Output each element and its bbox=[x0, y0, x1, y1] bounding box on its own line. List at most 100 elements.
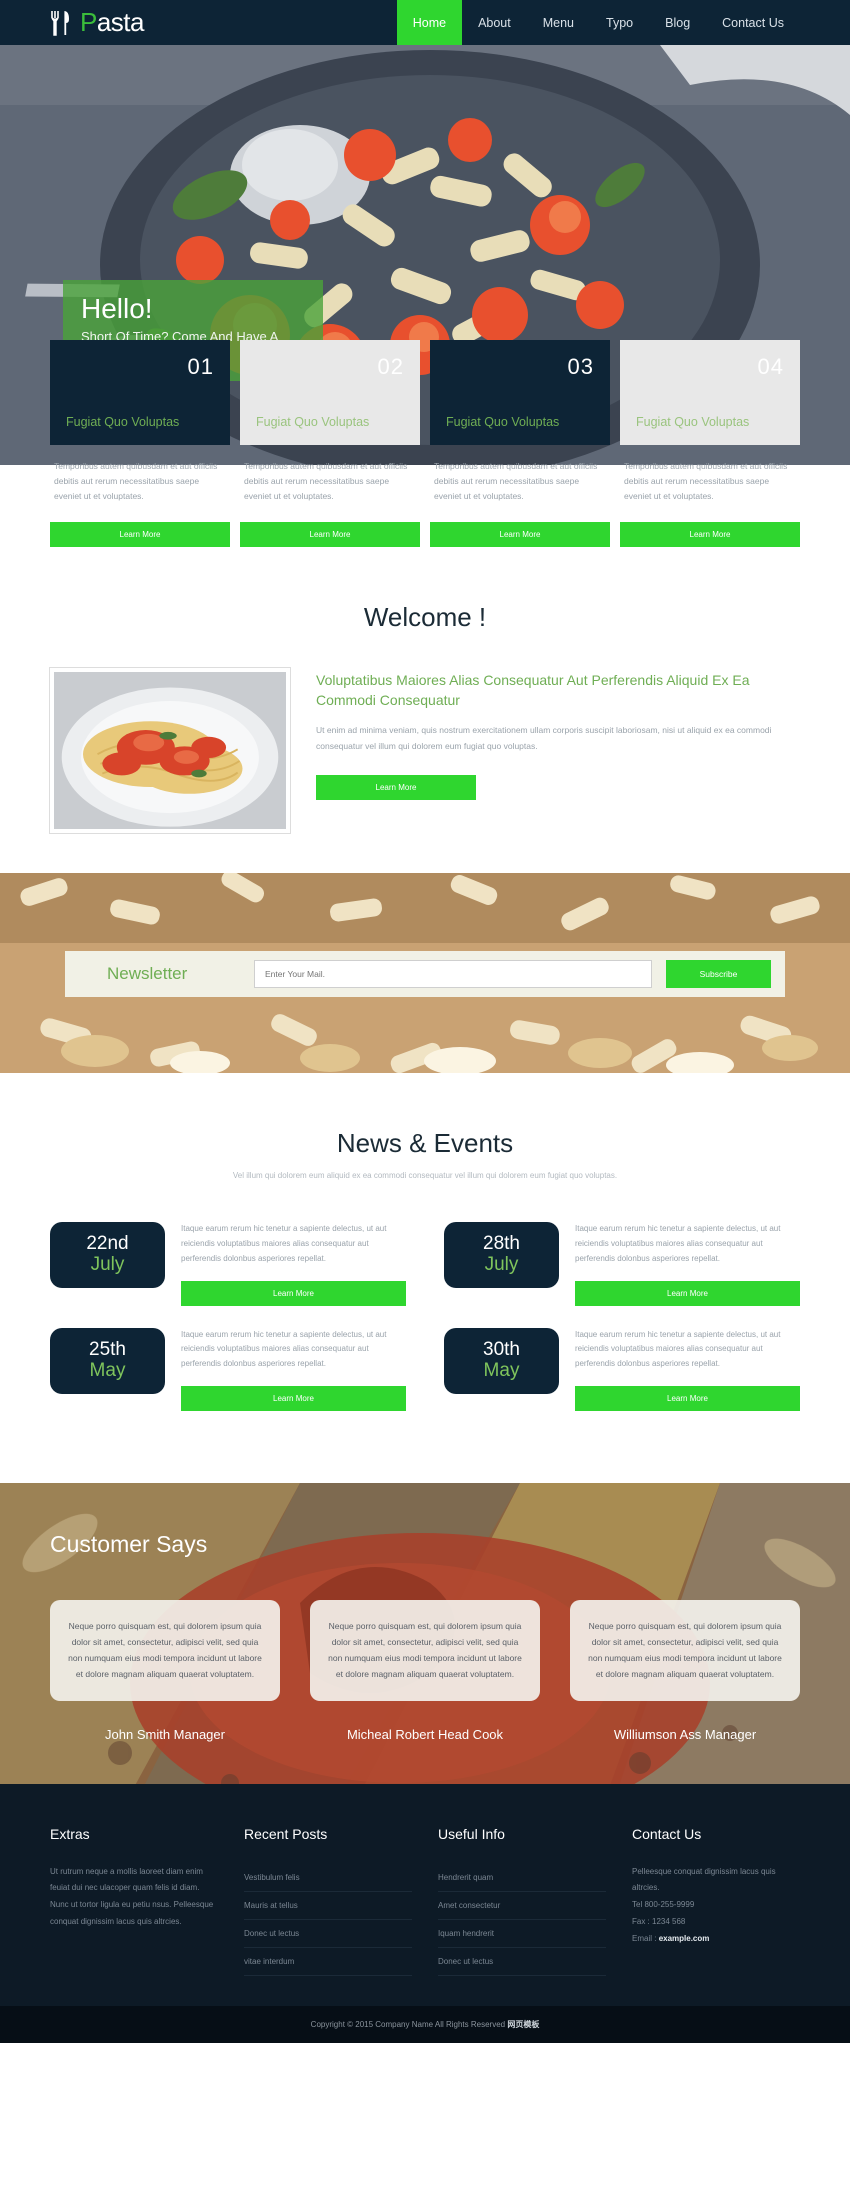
testimonials-row: Neque porro quisquam est, qui dolorem ip… bbox=[50, 1600, 800, 1701]
newsletter-bar: Newsletter Subscribe bbox=[65, 950, 785, 997]
footer-contact-fax: Fax : 1234 568 bbox=[632, 1916, 686, 1926]
news-body-4: Itaque earum rerum hic tenetur a sapient… bbox=[575, 1328, 800, 1411]
testimonials-section: Customer Says Neque porro quisquam est, … bbox=[0, 1483, 850, 1784]
main-navigation[interactable]: Home About Menu Typo Blog Contact Us bbox=[396, 0, 800, 45]
footer-column-recent-posts: Recent Posts Vestibulum felis Mauris at … bbox=[244, 1826, 412, 1976]
service-card-04-panel: 04 Fugiat Quo Voluptas bbox=[620, 340, 800, 445]
nav-item-home[interactable]: Home bbox=[396, 0, 463, 45]
news-date-box-2: 28th July bbox=[444, 1222, 559, 1289]
footer-useful-info-link-3[interactable]: Iquam hendrerit bbox=[438, 1920, 606, 1947]
news-day-2: 28th bbox=[483, 1233, 520, 1255]
list-item[interactable]: vitae interdum bbox=[244, 1948, 412, 1976]
footer-recent-posts-title: Recent Posts bbox=[244, 1825, 328, 1842]
service-learn-more-04[interactable]: Learn More bbox=[620, 521, 800, 547]
testimonial-name-3: Williumson Ass Manager bbox=[613, 1726, 757, 1742]
news-body-3: Itaque earum rerum hic tenetur a sapient… bbox=[181, 1328, 406, 1411]
news-learn-more-2[interactable]: Learn More bbox=[575, 1280, 800, 1306]
service-learn-more-02[interactable]: Learn More bbox=[240, 521, 420, 547]
footer-recent-posts-list: Vestibulum felis Mauris at tellus Donec … bbox=[244, 1864, 412, 1976]
news-day-1: 22nd bbox=[86, 1233, 129, 1255]
footer-useful-info-link-4[interactable]: Donec ut lectus bbox=[438, 1948, 606, 1975]
news-title: News & Events bbox=[336, 1127, 514, 1158]
footer-recent-post-link-1[interactable]: Vestibulum felis bbox=[244, 1864, 412, 1891]
footer-useful-info-link-2[interactable]: Amet consectetur bbox=[438, 1892, 606, 1919]
nav-item-blog[interactable]: Blog bbox=[649, 0, 706, 45]
news-learn-more-1[interactable]: Learn More bbox=[181, 1280, 406, 1306]
testimonial-names-row: John Smith Manager Micheal Robert Head C… bbox=[50, 1727, 800, 1742]
service-card-03: 03 Fugiat Quo Voluptas Temporibus autem … bbox=[430, 340, 610, 547]
nav-item-typo[interactable]: Typo bbox=[590, 0, 649, 45]
testimonial-name-1: John Smith Manager bbox=[105, 1726, 225, 1742]
footer-extras-title: Extras bbox=[50, 1825, 90, 1842]
footer-extras-text: Ut rutrum neque a mollis laoreet diam en… bbox=[50, 1866, 214, 1926]
footer-column-contact: Contact Us Pelleesque conquat dignissim … bbox=[632, 1826, 800, 1976]
list-item[interactable]: Amet consectetur bbox=[438, 1892, 606, 1920]
testimonials-inner: Customer Says Neque porro quisquam est, … bbox=[50, 1531, 800, 1742]
news-body-2: Itaque earum rerum hic tenetur a sapient… bbox=[575, 1222, 800, 1306]
news-grid: 22nd July Itaque earum rerum hic tenetur… bbox=[50, 1222, 800, 1433]
service-card-01-panel: 01 Fugiat Quo Voluptas bbox=[50, 340, 230, 445]
testimonials-title: Customer Says bbox=[50, 1531, 208, 1557]
testimonial-card-1: Neque porro quisquam est, qui dolorem ip… bbox=[50, 1600, 280, 1701]
footer-recent-post-link-3[interactable]: Donec ut lectus bbox=[244, 1920, 412, 1947]
testimonial-name-2: Micheal Robert Head Cook bbox=[346, 1726, 504, 1742]
copyright-cn-link[interactable]: 网页模板 bbox=[507, 2020, 539, 2029]
service-title-01: Fugiat Quo Voluptas bbox=[66, 415, 180, 430]
news-date-box-1: 22nd July bbox=[50, 1222, 165, 1289]
news-events-section: News & Events Vel illum qui dolorem eum … bbox=[0, 1073, 850, 1483]
news-body-1: Itaque earum rerum hic tenetur a sapient… bbox=[181, 1222, 406, 1306]
footer-useful-info-link-1[interactable]: Hendrerit quam bbox=[438, 1864, 606, 1891]
service-desc-04: Temporibus autem quibusdam et aut offici… bbox=[624, 461, 788, 501]
service-desc-02: Temporibus autem quibusdam et aut offici… bbox=[244, 461, 408, 501]
newsletter-title: Newsletter bbox=[107, 963, 188, 983]
list-item[interactable]: Mauris at tellus bbox=[244, 1892, 412, 1920]
newsletter-subscribe-button[interactable]: Subscribe bbox=[666, 959, 771, 988]
welcome-title: Welcome ! bbox=[363, 601, 487, 632]
list-item[interactable]: Donec ut lectus bbox=[244, 1920, 412, 1948]
welcome-learn-more-button[interactable]: Learn More bbox=[316, 774, 476, 800]
list-item[interactable]: Vestibulum felis bbox=[244, 1864, 412, 1892]
footer-recent-post-link-4[interactable]: vitae interdum bbox=[244, 1948, 412, 1975]
news-month-4: May bbox=[483, 1359, 520, 1381]
service-desc-01: Temporibus autem quibusdam et aut offici… bbox=[54, 461, 218, 501]
service-card-02: 02 Fugiat Quo Voluptas Temporibus autem … bbox=[240, 340, 420, 547]
newsletter-section: Newsletter Subscribe bbox=[0, 872, 850, 1073]
services-section: 01 Fugiat Quo Voluptas Temporibus autem … bbox=[0, 340, 850, 547]
footer-recent-post-link-2[interactable]: Mauris at tellus bbox=[244, 1892, 412, 1919]
copyright-bar: Copyright © 2015 Company Name All Rights… bbox=[0, 2005, 850, 2043]
footer-useful-info-list: Hendrerit quam Amet consectetur Iquam he… bbox=[438, 1864, 606, 1976]
news-text-1: Itaque earum rerum hic tenetur a sapient… bbox=[181, 1224, 387, 1263]
footer-contact-email-value[interactable]: example.com bbox=[659, 1934, 710, 1943]
testimonial-quote-1: Neque porro quisquam est, qui dolorem ip… bbox=[68, 1621, 262, 1680]
nav-item-about[interactable]: About bbox=[462, 0, 527, 45]
hero-heading: Hello! bbox=[81, 293, 153, 324]
list-item[interactable]: Donec ut lectus bbox=[438, 1948, 606, 1976]
nav-item-menu[interactable]: Menu bbox=[527, 0, 590, 45]
footer-column-useful-info: Useful Info Hendrerit quam Amet consecte… bbox=[438, 1826, 606, 1976]
welcome-section: Welcome ! Voluptatibus Maiores Alias Con… bbox=[0, 547, 850, 873]
testimonial-card-3: Neque porro quisquam est, qui dolorem ip… bbox=[570, 1600, 800, 1701]
service-card-01: 01 Fugiat Quo Voluptas Temporibus autem … bbox=[50, 340, 230, 547]
newsletter-email-input[interactable] bbox=[254, 959, 652, 988]
news-learn-more-3[interactable]: Learn More bbox=[181, 1386, 406, 1411]
news-item-4: 30th May Itaque earum rerum hic tenetur … bbox=[444, 1327, 800, 1411]
site-logo[interactable]: Pasta bbox=[50, 7, 145, 38]
service-learn-more-03[interactable]: Learn More bbox=[430, 521, 610, 547]
testimonial-quote-3: Neque porro quisquam est, qui dolorem ip… bbox=[588, 1621, 782, 1680]
news-text-4: Itaque earum rerum hic tenetur a sapient… bbox=[575, 1329, 781, 1369]
news-text-3: Itaque earum rerum hic tenetur a sapient… bbox=[181, 1329, 387, 1369]
fork-knife-icon bbox=[50, 10, 74, 36]
nav-item-contact-us[interactable]: Contact Us bbox=[706, 0, 800, 45]
news-item-2: 28th July Itaque earum rerum hic tenetur… bbox=[444, 1222, 800, 1306]
list-item[interactable]: Hendrerit quam bbox=[438, 1864, 606, 1892]
news-item-3: 25th May Itaque earum rerum hic tenetur … bbox=[50, 1327, 406, 1411]
footer-contact-address: Pelleesque conquat dignissim lacus quis … bbox=[632, 1866, 776, 1893]
site-footer: Extras Ut rutrum neque a mollis laoreet … bbox=[0, 1783, 850, 2006]
news-month-2: July bbox=[484, 1254, 519, 1276]
service-number-03: 03 bbox=[567, 354, 594, 379]
list-item[interactable]: Iquam hendrerit bbox=[438, 1920, 606, 1948]
service-learn-more-01[interactable]: Learn More bbox=[50, 521, 230, 547]
logo-initial: P bbox=[80, 7, 97, 37]
service-number-01: 01 bbox=[187, 354, 214, 379]
news-learn-more-4[interactable]: Learn More bbox=[575, 1386, 800, 1411]
